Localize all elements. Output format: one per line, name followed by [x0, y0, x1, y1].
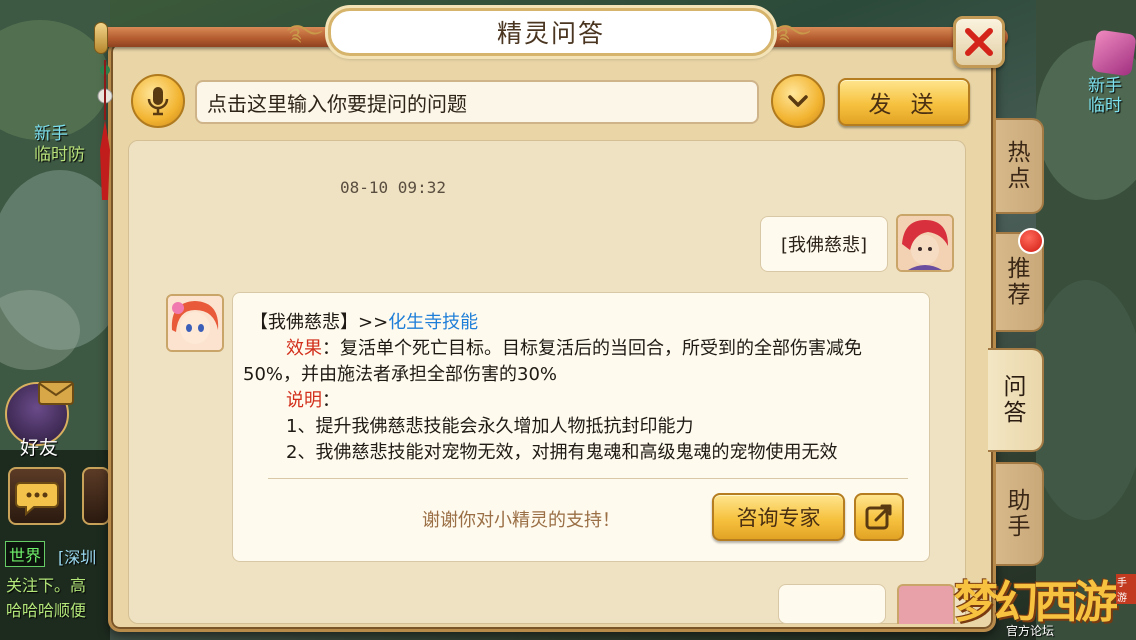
effect-line-1: 效果：复活单个死亡目标。目标复活后的当回合，所受到的全部伤害减免 — [286, 334, 862, 360]
notification-dot-icon — [1018, 228, 1044, 254]
friends-label: 好友 — [20, 437, 59, 459]
question-input-placeholder: 点击这里输入你要提问的问题 — [207, 91, 467, 116]
microphone-icon — [147, 87, 169, 116]
effect-label: 效果 — [286, 338, 322, 359]
note-colon: ： — [322, 390, 340, 411]
tab-hot-label: 热 — [1007, 140, 1031, 166]
chat-line: 关注下。高 — [6, 576, 87, 595]
tab-assistant-label: 助 — [1007, 488, 1031, 514]
note-item-1: 1、提升我佛慈悲技能会永久增加人物抵抗封印能力 — [286, 416, 694, 437]
question-history-dropdown[interactable] — [771, 74, 825, 128]
note-item-2: 2、我佛慈悲技能对宠物无效，对拥有鬼魂和高级鬼魂的宠物使用无效 — [286, 442, 838, 463]
tassel-ornament — [97, 60, 113, 200]
tab-hot-label: 点 — [1007, 166, 1031, 192]
npc-label-1: 新手 — [34, 124, 68, 144]
tab-assistant[interactable]: 助 手 — [996, 462, 1044, 566]
chat-line: [深圳 — [58, 548, 97, 567]
chat-line: 哈哈哈顺便 — [6, 601, 87, 620]
next-message-avatar — [897, 584, 955, 624]
question-input[interactable]: 点击这里输入你要提问的问题 — [195, 80, 759, 124]
npc-label-right-2: 临时 — [1088, 96, 1122, 116]
share-icon — [865, 504, 892, 530]
rod-pin — [94, 22, 108, 54]
tab-recommend-label: 推 — [1007, 256, 1031, 282]
logo-corner-badge: 手游 — [1116, 574, 1136, 604]
chat-bubble-icon — [15, 482, 59, 517]
sprite-avatar — [166, 294, 224, 352]
tab-qa-label: 问 — [1003, 374, 1027, 400]
logo-subtext: 官方论坛 — [1006, 624, 1055, 638]
note-label: 说明 — [286, 390, 322, 411]
message-timestamp: 08-10 09:32 — [340, 178, 446, 197]
cloud-ornament-icon: ࿐ — [775, 21, 811, 46]
tab-qa[interactable]: 问 答 — [988, 348, 1044, 452]
effect-text: ：复活单个死亡目标。目标复活后的当回合，所受到的全部伤害减免 — [322, 338, 862, 359]
chat-channel-world[interactable]: 世界 — [5, 541, 46, 567]
close-button[interactable] — [953, 16, 1005, 68]
tab-assistant-label: 手 — [1007, 514, 1031, 540]
consult-expert-button[interactable]: 咨询专家 — [712, 493, 845, 541]
reply-divider — [268, 478, 908, 479]
user-message-bubble: [我佛慈悲] — [760, 216, 888, 272]
mail-icon — [38, 381, 74, 405]
npc-label-right-1: 新手 — [1088, 76, 1122, 96]
user-avatar — [896, 214, 954, 272]
effect-line-2: 50%，并由施法者承担全部伤害的30% — [243, 364, 558, 385]
game-logo: 梦幻西游 官方论坛 手游 — [948, 560, 1136, 640]
tab-qa-label: 答 — [1003, 400, 1027, 426]
next-message-bubble — [778, 584, 886, 624]
tab-recommend-label: 荐 — [1007, 282, 1031, 308]
tab-hot[interactable]: 热 点 — [996, 118, 1044, 214]
reply-heading-prefix: 【我佛慈悲】>> — [250, 312, 389, 333]
voice-input-button[interactable] — [131, 74, 185, 128]
title-plaque: ࿐ 精灵问答 ࿐ — [287, 8, 811, 56]
reply-heading: 【我佛慈悲】>>化生寺技能 — [250, 308, 478, 334]
npc-label-2: 临时防 — [34, 145, 85, 165]
chevron-down-icon — [788, 95, 808, 107]
skill-link[interactable]: 化生寺技能 — [388, 312, 478, 333]
gift-chest-icon[interactable] — [1091, 29, 1136, 77]
note-heading: 说明： — [286, 386, 340, 412]
chat-button[interactable] — [8, 467, 66, 525]
share-button[interactable] — [854, 493, 904, 541]
cloud-ornament-icon: ࿐ — [287, 21, 323, 46]
close-icon — [965, 28, 993, 56]
window-title: 精灵问答 — [496, 19, 605, 48]
logo-text: 梦幻西游 — [954, 577, 1118, 628]
thanks-text: 谢谢你对小精灵的支持！ — [422, 510, 620, 531]
send-button[interactable]: 发 送 — [838, 78, 970, 126]
voice-chat-button[interactable] — [82, 467, 110, 525]
